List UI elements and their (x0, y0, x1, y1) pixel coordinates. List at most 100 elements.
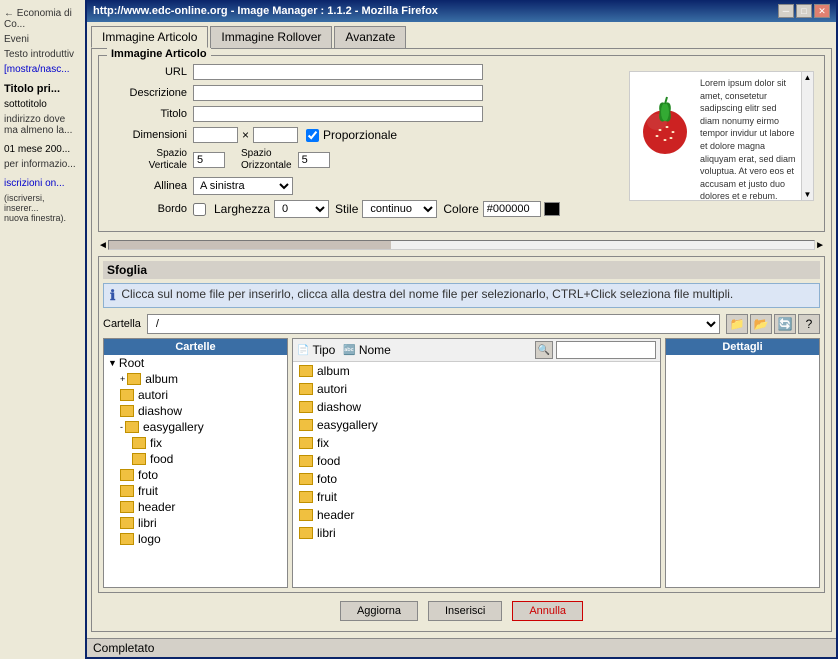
height-input[interactable] (253, 127, 298, 143)
file-item-fix[interactable]: fix (293, 434, 660, 452)
minimize-button[interactable]: ─ (778, 4, 794, 18)
strawberry-svg (635, 92, 695, 157)
root-expander[interactable]: ▼ (108, 358, 117, 368)
aggiorna-button[interactable]: Aggiorna (340, 601, 418, 621)
folder-icon (120, 501, 134, 513)
file-item-diashow[interactable]: diashow (293, 398, 660, 416)
tab-immagine-articolo[interactable]: Immagine Articolo (91, 26, 208, 48)
help-btn[interactable]: ? (798, 314, 820, 334)
cartella-row: Cartella / 📁 📂 🔄 ? (103, 314, 820, 334)
info-icon: ℹ (110, 287, 115, 304)
larghezza-label: Larghezza (214, 202, 270, 216)
tree-item-diashow[interactable]: diashow (116, 403, 287, 419)
folder-icon (299, 491, 313, 503)
new-folder-btn[interactable]: 📂 (750, 314, 772, 334)
spazio-o-input[interactable] (298, 152, 330, 168)
file-label-easygallery: easygallery (317, 418, 378, 432)
window-title: http://www.edc-online.org - Image Manage… (93, 5, 438, 17)
file-item-foto[interactable]: foto (293, 470, 660, 488)
refresh-btn[interactable]: 🔄 (774, 314, 796, 334)
folder-icon (299, 473, 313, 485)
spazio-v-input[interactable] (193, 152, 225, 168)
descrizione-input[interactable] (193, 85, 483, 101)
tree-item-easygallery[interactable]: - easygallery (116, 419, 287, 435)
file-item-fruit[interactable]: fruit (293, 488, 660, 506)
color-swatch[interactable] (544, 202, 560, 216)
file-item-header[interactable]: header (293, 506, 660, 524)
file-label-foto: foto (317, 472, 337, 486)
spazio-o-label: SpazioOrizzontale (241, 148, 292, 172)
scroll-right-btn[interactable]: ► (815, 240, 825, 251)
tree-item-header[interactable]: header (116, 499, 287, 515)
tree-label-fruit: fruit (138, 484, 158, 498)
file-browser: Cartelle ▼ Root + album (103, 338, 820, 588)
dimensioni-label: Dimensioni (107, 129, 187, 141)
files-panel: 📄 Tipo 🔤 Nome 🔍 (292, 338, 661, 588)
tree-item-root[interactable]: ▼ Root (104, 355, 287, 371)
larghezza-select[interactable]: 0 (274, 200, 329, 218)
tree-item-fix[interactable]: fix (128, 435, 287, 451)
proporzionale-checkbox[interactable] (306, 129, 319, 142)
colore-input[interactable] (483, 201, 541, 217)
colore-label: Colore (443, 202, 478, 216)
preview-scrollbar[interactable]: ▲ ▼ (801, 72, 813, 200)
tree-item-libri[interactable]: libri (116, 515, 287, 531)
tree-header: Cartelle (104, 339, 287, 355)
files-toolbar: 📄 Tipo 🔤 Nome 🔍 (293, 339, 660, 362)
folder-icon (120, 517, 134, 529)
easygallery-expander[interactable]: - (120, 422, 123, 432)
tree-item-food[interactable]: food (128, 451, 287, 467)
tree-item-autori[interactable]: autori (116, 387, 287, 403)
stile-select[interactable]: continuo (362, 200, 437, 218)
title-bar-buttons: ─ □ ✕ (778, 4, 830, 18)
tipo-col-btn[interactable]: 📄 Tipo (297, 343, 335, 357)
file-item-food[interactable]: food (293, 452, 660, 470)
folder-icon (120, 485, 134, 497)
scroll-track (108, 240, 815, 250)
immagine-articolo-section: Immagine Articolo URL Descrizione Titolo (98, 55, 825, 232)
file-item-easygallery[interactable]: easygallery (293, 416, 660, 434)
maximize-button[interactable]: □ (796, 4, 812, 18)
folder-icon (120, 533, 134, 545)
times-symbol: × (242, 128, 249, 142)
scroll-left-btn[interactable]: ◄ (98, 240, 108, 251)
album-expander[interactable]: + (120, 374, 125, 384)
bordo-checkbox[interactable] (193, 203, 206, 216)
file-item-autori[interactable]: autori (293, 380, 660, 398)
cartella-select[interactable]: / (147, 314, 720, 334)
nome-col-btn[interactable]: 🔤 Nome (343, 343, 390, 357)
titolo-input[interactable] (193, 106, 483, 122)
tree-item-album[interactable]: + album (116, 371, 287, 387)
file-label-food: food (317, 454, 340, 468)
tipo-icon: 📄 (297, 345, 309, 356)
file-item-album[interactable]: album (293, 362, 660, 380)
file-label-album: album (317, 364, 350, 378)
close-button[interactable]: ✕ (814, 4, 830, 18)
background-left: ← Economia di Co... Eveni Testo introdut… (0, 0, 85, 659)
tabs-container: Immagine Articolo Immagine Rollover Avan… (91, 26, 832, 48)
cartella-icons: 📁 📂 🔄 ? (726, 314, 820, 334)
search-icon-btn[interactable]: 🔍 (535, 341, 553, 359)
file-label-autori: autori (317, 382, 347, 396)
inserisci-button[interactable]: Inserisci (428, 601, 502, 621)
tab-immagine-rollover[interactable]: Immagine Rollover (210, 26, 332, 48)
file-label-fruit: fruit (317, 490, 337, 504)
allinea-select[interactable]: A sinistra Centrato A destra (193, 177, 293, 195)
annulla-button[interactable]: Annulla (512, 601, 583, 621)
proporzionale-label: Proporzionale (323, 128, 397, 142)
tab-avanzate[interactable]: Avanzate (334, 26, 406, 48)
tree-item-foto[interactable]: foto (116, 467, 287, 483)
file-label-libri: libri (317, 526, 336, 540)
folder-up-btn[interactable]: 📁 (726, 314, 748, 334)
file-item-libri[interactable]: libri (293, 524, 660, 542)
spazio-v-label: SpazioVerticale (107, 148, 187, 172)
width-input[interactable] (193, 127, 238, 143)
tree-label-foto: foto (138, 468, 158, 482)
content-area: Immagine Articolo URL Descrizione Titolo (91, 48, 832, 632)
descrizione-label: Descrizione (107, 87, 187, 99)
tree-panel: Cartelle ▼ Root + album (103, 338, 288, 588)
tree-item-fruit[interactable]: fruit (116, 483, 287, 499)
tree-item-logo[interactable]: logo (116, 531, 287, 547)
search-input[interactable] (556, 341, 656, 359)
url-input[interactable] (193, 64, 483, 80)
